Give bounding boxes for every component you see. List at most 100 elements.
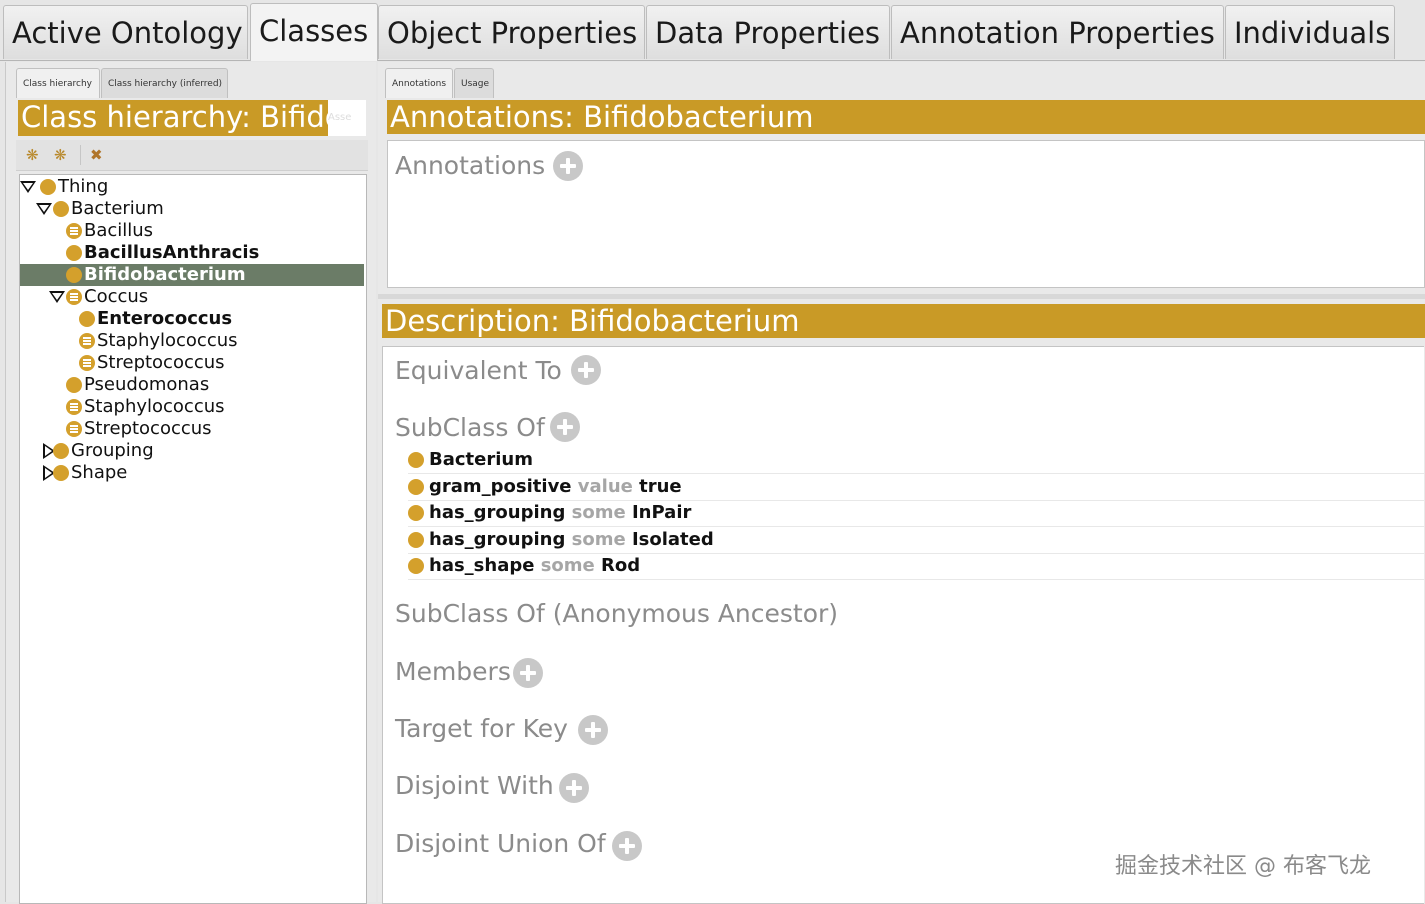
tree-node[interactable]: Streptococcus <box>20 418 364 440</box>
class-icon <box>79 311 95 327</box>
expand-toggle-icon[interactable] <box>49 291 65 303</box>
class-icon <box>53 443 69 459</box>
tree-node-label: Grouping <box>71 440 154 461</box>
toolbar-divider <box>80 145 81 165</box>
add-superclass-button[interactable] <box>550 412 580 442</box>
expand-toggle-icon[interactable] <box>36 203 52 215</box>
header-overlay-tab: Asse <box>328 100 366 136</box>
description-header: Description: Bifidobacterium <box>382 304 1425 338</box>
tree-node[interactable]: Bifidobacterium <box>20 264 364 286</box>
axiom-keyword: value <box>571 475 640 497</box>
tree-node[interactable]: BacillusAnthracis <box>20 242 364 264</box>
subclass-axiom-row[interactable]: has_grouping some InPair <box>408 500 1425 527</box>
expand-toggle-icon[interactable] <box>20 181 36 193</box>
class-icon <box>66 245 82 261</box>
hierarchy-toolbar: ❋ ❋ ✖ <box>16 140 368 171</box>
target-for-key-label: Target for Key <box>395 714 568 743</box>
axiom-entity: InPair <box>631 502 692 523</box>
class-hierarchy-panel: Class hierarchy Class hierarchy (inferre… <box>5 62 376 904</box>
add-equivalent-button[interactable] <box>571 355 601 385</box>
annotations-label: Annotations <box>395 151 546 180</box>
watermark: 掘金技术社区 @ 布客飞龙 <box>1115 854 1371 879</box>
tree-node-label: BacillusAnthracis <box>84 242 260 263</box>
defined-class-icon <box>66 399 82 415</box>
defined-class-icon <box>79 355 95 371</box>
add-key-button[interactable] <box>578 715 608 745</box>
add-disjoint-union-button[interactable] <box>612 831 642 861</box>
tree-node[interactable]: Thing <box>20 176 364 198</box>
tab-class-hierarchy[interactable]: Class hierarchy <box>16 68 100 98</box>
annotations-view: Annotations <box>387 140 1425 288</box>
tab-classes[interactable]: Classes <box>250 3 378 61</box>
axiom-text: gram_positive value true <box>429 474 682 500</box>
tree-node[interactable]: Bacillus <box>20 220 364 242</box>
add-member-button[interactable] <box>513 658 543 688</box>
subclass-axiom-row[interactable]: Bacterium <box>408 447 1425 474</box>
axiom-entity: has_grouping <box>429 502 566 523</box>
tab-annotation-properties[interactable]: Annotation Properties <box>891 5 1224 59</box>
add-sibling-class-icon[interactable]: ❋ <box>54 147 67 163</box>
defined-class-icon <box>66 421 82 437</box>
tab-object-properties[interactable]: Object Properties <box>378 5 645 59</box>
subclass-axiom-row[interactable]: gram_positive value true <box>408 474 1425 501</box>
delete-class-icon[interactable]: ✖ <box>90 147 103 163</box>
add-disjoint-button[interactable] <box>559 773 589 803</box>
tab-individuals[interactable]: Individuals <box>1225 5 1395 59</box>
axiom-entity: Rod <box>601 555 641 576</box>
tree-node[interactable]: Coccus <box>20 286 364 308</box>
splitter-handle[interactable] <box>378 294 1425 299</box>
tree-node-label: Coccus <box>84 286 149 307</box>
defined-class-icon <box>66 289 82 305</box>
axiom-entity: has_grouping <box>429 528 566 550</box>
tree-node[interactable]: Enterococcus <box>20 308 364 330</box>
annotations-header: Annotations: Bifidobacterium <box>387 100 1425 134</box>
axiom-entity: gram_positive <box>429 475 572 497</box>
tree-node-label: Bifidobacterium <box>84 264 246 285</box>
axiom-entity: true <box>639 475 682 497</box>
axiom-entity: Isolated <box>631 528 714 550</box>
subclass-of-label: SubClass Of <box>395 413 545 442</box>
class-icon <box>53 465 69 481</box>
members-label: Members <box>395 657 511 686</box>
main-tab-bar: Active Ontology Classes Object Propertie… <box>0 0 1425 61</box>
axiom-text: has_grouping some Isolated <box>429 527 714 553</box>
subclass-of-anonymous-ancestor-label: SubClass Of (Anonymous Ancestor) <box>395 599 839 628</box>
tab-annotations[interactable]: Annotations <box>385 68 453 98</box>
tree-node[interactable]: Streptococcus <box>20 352 364 374</box>
tree-node[interactable]: Grouping <box>20 440 364 462</box>
class-icon <box>408 505 424 521</box>
tree-node-label: Streptococcus <box>97 352 225 373</box>
tree-node-label: Staphylococcus <box>97 330 238 351</box>
class-icon <box>40 179 56 195</box>
class-icon <box>408 452 424 468</box>
class-icon <box>66 377 82 393</box>
disjoint-union-of-label: Disjoint Union Of <box>395 829 606 858</box>
class-icon <box>66 267 82 283</box>
tree-node-label: Shape <box>71 462 128 483</box>
tab-active-ontology[interactable]: Active Ontology <box>3 5 248 59</box>
tree-node[interactable]: Staphylococcus <box>20 330 364 352</box>
tree-node[interactable]: Pseudomonas <box>20 374 364 396</box>
description-view: Equivalent To SubClass Of Bacterium gram_… <box>382 346 1425 904</box>
axiom-text: has_shape some Rod <box>429 553 640 579</box>
class-icon <box>408 558 424 574</box>
disjoint-with-label: Disjoint With <box>395 771 554 800</box>
class-detail-panel: Annotations Usage Annotations: Bifidobac… <box>378 62 1425 904</box>
subclass-axiom-row[interactable]: has_grouping some Isolated <box>408 527 1425 554</box>
equivalent-to-label: Equivalent To <box>395 356 562 385</box>
tree-node-label: Bacterium <box>71 198 164 219</box>
tree-node-label: Staphylococcus <box>84 396 225 417</box>
axiom-text: has_grouping some InPair <box>429 500 691 526</box>
axiom-keyword: some <box>534 555 602 576</box>
tree-node[interactable]: Staphylococcus <box>20 396 364 418</box>
tree-node[interactable]: Bacterium <box>20 198 364 220</box>
class-hierarchy-header: Class hierarchy: Bifidobacterium <box>18 100 328 136</box>
subclass-axiom-row[interactable]: has_shape some Rod <box>408 553 1425 580</box>
tree-node-label: Thing <box>58 176 109 197</box>
add-subclass-icon[interactable]: ❋ <box>26 147 39 163</box>
tab-class-hierarchy-inferred[interactable]: Class hierarchy (inferred) <box>101 68 228 98</box>
add-annotation-button[interactable] <box>553 151 583 181</box>
tab-data-properties[interactable]: Data Properties <box>646 5 890 59</box>
tree-node[interactable]: Shape <box>20 462 364 484</box>
tab-usage[interactable]: Usage <box>454 68 494 98</box>
